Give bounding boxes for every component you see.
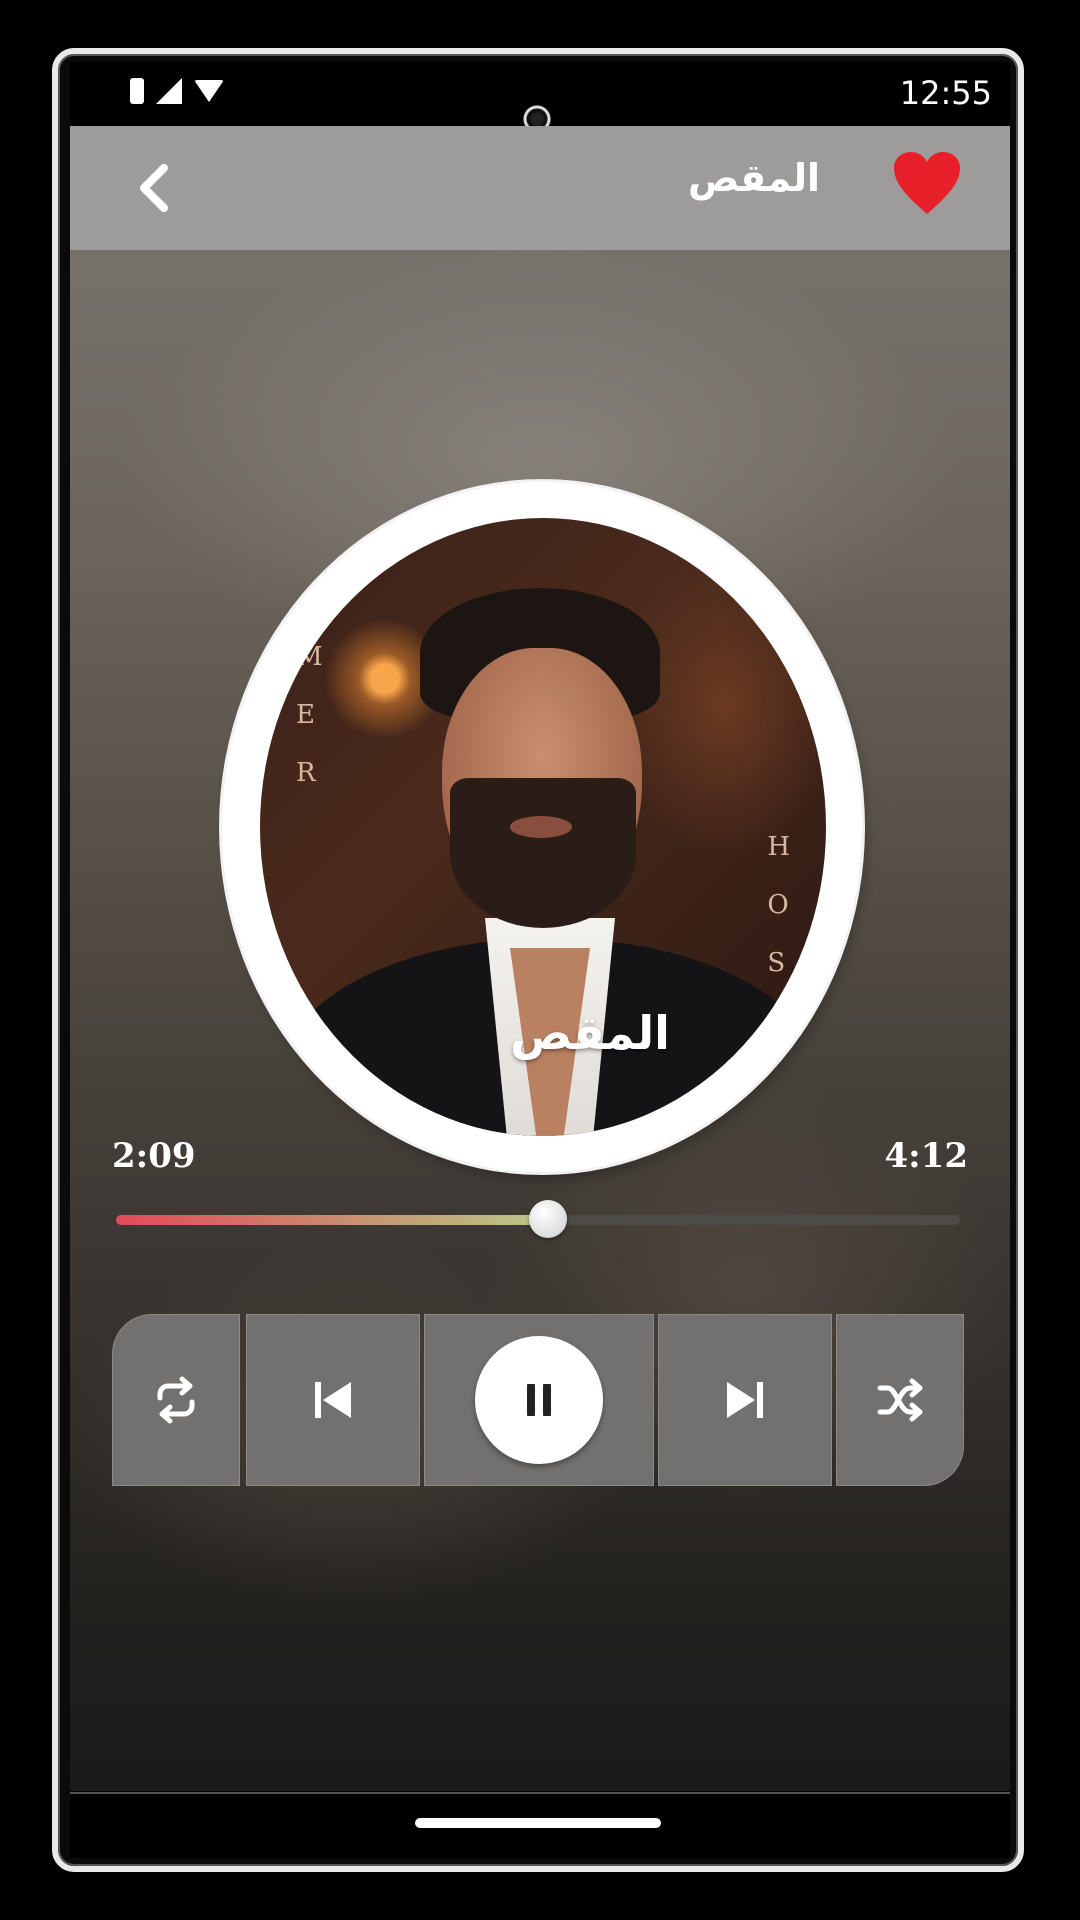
status-bar: 12:55 [70, 62, 1010, 134]
back-button[interactable] [128, 160, 184, 216]
status-icons [130, 78, 224, 104]
header-title: المقص [688, 156, 820, 200]
seek-bar-thumb[interactable] [529, 1200, 568, 1238]
shuffle-icon [877, 1378, 923, 1422]
art-letter: M [296, 642, 323, 672]
battery-icon [130, 78, 144, 104]
seek-bar-progress [116, 1215, 549, 1225]
playback-controls [112, 1314, 964, 1486]
album-art-container: M E R H O S [222, 482, 862, 1172]
player-screen: المقص M E R H O S المقص 2:09 4:12 [70, 126, 1010, 1791]
top-app-bar: المقص [70, 126, 1010, 250]
signal-icon [156, 78, 182, 104]
current-time: 2:09 [112, 1136, 196, 1176]
chevron-left-icon [140, 164, 168, 212]
play-pause-button-area [424, 1314, 654, 1486]
phone-screen: 12:55 المقص M E R H O S المقص 2:09 4:12 [70, 62, 1010, 1858]
art-letter: S [767, 948, 786, 978]
art-beard [450, 778, 636, 928]
art-mouth [510, 816, 572, 838]
heart-icon [894, 152, 960, 214]
art-lettering-right: H O S [767, 818, 790, 992]
favorite-button[interactable] [892, 150, 962, 216]
skip-previous-icon [315, 1382, 351, 1418]
repeat-icon [157, 1376, 195, 1424]
next-button[interactable] [658, 1314, 832, 1486]
art-letter: O [767, 890, 789, 920]
repeat-button[interactable] [112, 1314, 240, 1486]
seek-bar[interactable] [116, 1200, 960, 1238]
art-letter: H [767, 832, 790, 862]
wifi-icon [194, 80, 224, 102]
shuffle-button[interactable] [836, 1314, 964, 1486]
home-indicator[interactable] [415, 1818, 661, 1828]
art-letter: E [296, 700, 315, 730]
system-navigation-bar [70, 1792, 1010, 1858]
status-time: 12:55 [899, 74, 992, 112]
play-pause-button[interactable] [475, 1336, 603, 1464]
art-letter: R [296, 758, 316, 788]
previous-button[interactable] [246, 1314, 420, 1486]
skip-next-icon [727, 1382, 763, 1418]
art-lettering-left: M E R [296, 628, 323, 802]
song-title: المقص [510, 1006, 670, 1060]
pause-icon [527, 1384, 551, 1416]
total-time: 4:12 [884, 1136, 968, 1176]
